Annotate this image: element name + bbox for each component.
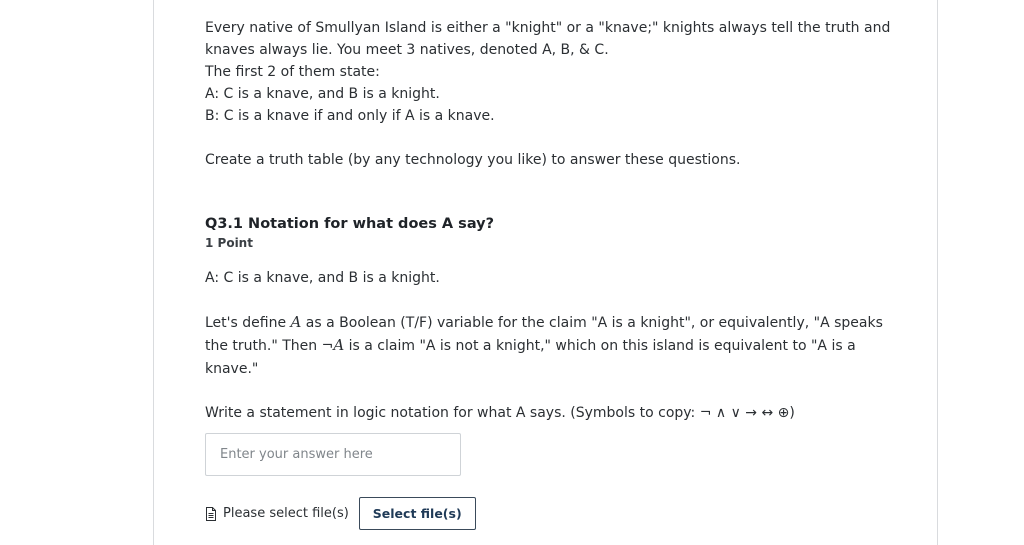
- question-content: Every native of Smullyan Island is eithe…: [205, 17, 895, 530]
- intro-line: Every native of Smullyan Island is eithe…: [205, 20, 891, 36]
- definition-line: the truth." Then ¬A is a claim "A is not…: [205, 336, 856, 354]
- intro-line: knaves always lie. You meet 3 natives, d…: [205, 42, 609, 58]
- question-points: 1 Point: [205, 236, 253, 250]
- statement-a: A: C is a knave, and B is a knight.: [205, 86, 440, 102]
- definition-line: Let's define A as a Boolean (T/F) variab…: [205, 313, 883, 331]
- variable-a: A: [290, 313, 302, 331]
- file-upload-label: Please select file(s): [223, 506, 349, 521]
- variable-a: A: [333, 336, 345, 354]
- answer-input[interactable]: [205, 433, 461, 476]
- question-title: Q3.1 Notation for what does A say?: [205, 216, 495, 232]
- instruction-text: Create a truth table (by any technology …: [205, 152, 741, 168]
- intro-line: The first 2 of them state:: [205, 64, 380, 80]
- definition-line: knave.": [205, 361, 259, 377]
- statement-b: B: C is a knave if and only if A is a kn…: [205, 108, 495, 124]
- file-upload-row: Please select file(s) Select file(s): [205, 497, 895, 530]
- negation-symbol: ¬: [321, 338, 334, 354]
- file-icon: [205, 506, 217, 521]
- select-files-button[interactable]: Select file(s): [358, 497, 476, 530]
- question-statement: A: C is a knave, and B is a knight.: [205, 270, 440, 286]
- question-panel: Every native of Smullyan Island is eithe…: [153, 0, 938, 545]
- answer-prompt: Write a statement in logic notation for …: [205, 405, 795, 421]
